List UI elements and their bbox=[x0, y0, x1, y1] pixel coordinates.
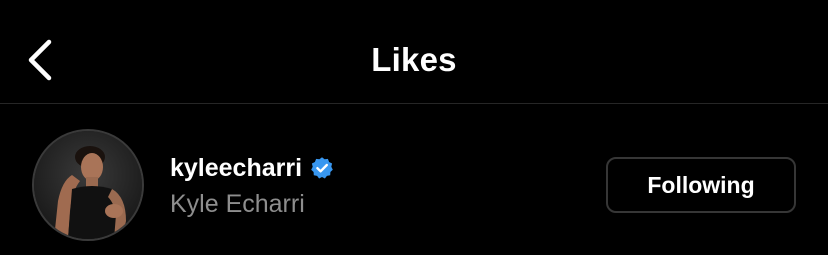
full-name: Kyle Echarri bbox=[170, 190, 305, 218]
avatar[interactable] bbox=[32, 129, 144, 241]
verified-badge-icon bbox=[310, 156, 334, 180]
likes-screen: Likes kyleecharri Kyle Echarri Following bbox=[0, 0, 828, 255]
following-button[interactable]: Following bbox=[606, 157, 796, 213]
username-row: kyleecharri bbox=[170, 152, 334, 184]
header: Likes bbox=[0, 0, 828, 103]
user-info[interactable]: kyleecharri Kyle Echarri bbox=[170, 152, 334, 220]
page-title: Likes bbox=[371, 41, 457, 78]
username[interactable]: kyleecharri bbox=[170, 152, 302, 184]
list-item: kyleecharri Kyle Echarri Following bbox=[0, 104, 828, 255]
avatar-photo bbox=[34, 131, 142, 239]
